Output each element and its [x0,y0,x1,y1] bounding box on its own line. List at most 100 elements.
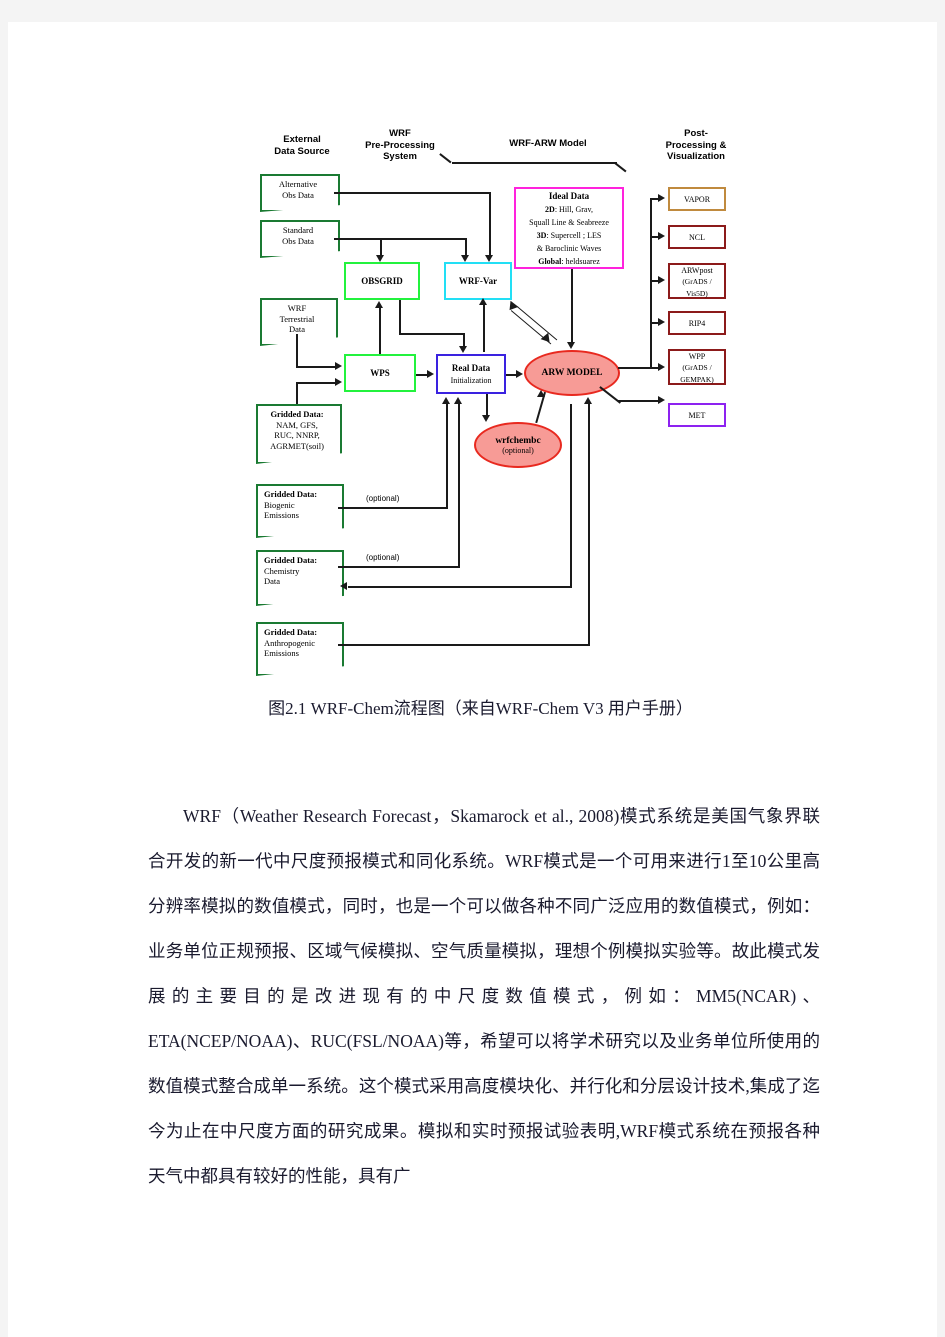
conn-chemistry-arrow [454,397,462,404]
conn-out-wpp-arrow [658,363,665,371]
source-gridded-data-meteorology: Gridded Data: NAM, GFS, RUC, NNRP, AGRMET(s… [256,404,342,464]
ideal-data-line-3: 3D: Supercell ; LES [536,231,602,240]
output-vapor: VAPOR [668,187,726,211]
conn-obsgrid-real-arrow [459,346,467,353]
output-rip4-label: RIP4 [688,318,706,328]
ideal-data-line-5: Global: heldsuarez [538,257,600,266]
ideal-data-line-4: & Baroclinic Waves [536,244,602,253]
output-wpp-sub: (GrADS / GEMPAK) [680,363,714,384]
conn-ideal-arw-arrow [567,342,575,349]
arw-bracket-line [452,162,617,164]
conn-stdobs-arrow1 [376,255,384,262]
ideal-data-line-1: 2D: Hill, Grav, [545,205,593,214]
conn-grid-met-arrow [335,378,342,386]
process-obsgrid: OBSGRID [344,262,420,300]
conn-grid-met-h [296,382,336,384]
process-real-data-sub: Initialization [450,375,492,385]
conn-out-ncl-arrow [658,232,665,240]
source-wrf-terrestrial-data-label: WRF Terrestrial Data [279,303,315,334]
output-arwpost: ARWpost (GrADS / Vis5D) [668,263,726,299]
header-wrf-arw-model: WRF-ARW Model [509,138,587,149]
output-arwpost-sub: (GrADS / Vis5D) [682,277,712,298]
optional-label-chemistry: (optional) [366,553,400,562]
output-met: MET [668,403,726,427]
output-ncl-label: NCL [689,232,705,242]
conn-real-wrfvar-arrow [479,298,487,305]
conn-stdobs-v2 [465,238,467,256]
header-post-processing-visualization: Post- Processing & Visualization [665,128,727,162]
conn-chemistry-v [458,404,460,567]
conn-obsgrid-real-h [399,333,465,335]
output-rip4: RIP4 [668,311,726,335]
conn-arw-chem-v [570,404,572,587]
conn-real-wrfchembc-v [486,394,488,416]
conn-obsgrid-real-v1 [399,300,401,334]
conn-biogenic-h [338,507,448,509]
source-gridded-data-biogenic-label: Gridded Data: Biogenic Emissions [264,489,318,520]
source-gridded-data-chemistry-label: Gridded Data: Chemistry Data [264,555,318,586]
conn-real-arw-arrow [516,370,523,378]
conn-anthro-v [588,404,590,646]
conn-ideal-arw-v [571,269,573,343]
source-gridded-data-anthropogenic-label: Gridded Data: Anthropogenic Emissions [264,627,318,658]
wrf-chem-flowchart: External Data Source WRF Pre-Processing Sys… [8,22,937,712]
conn-terr-v [296,334,298,367]
conn-grid-met-v [296,382,298,404]
conn-arw-bus-h [618,367,652,369]
process-wps-label: WPS [370,368,390,379]
conn-wps-obsgrid-arrow [375,301,383,308]
page-sheet: External Data Source WRF Pre-Processing Sys… [8,22,937,1337]
process-real-data-title: Real Data [451,363,491,373]
conn-biogenic-v [446,404,448,508]
header-wrf-preprocessing-system: WRF Pre-Processing System [365,128,435,162]
conn-arw-met-arrow [658,396,665,404]
process-wrf-var: WRF-Var [444,262,512,300]
conn-terr-h [296,366,336,368]
arw-bracket-right-tick [614,162,627,173]
conn-stdobs-v1 [380,238,382,256]
conn-arw-met-h [618,400,660,402]
optional-label-biogenic: (optional) [366,494,400,503]
conn-anthro-arrow [584,397,592,404]
process-obsgrid-label: OBSGRID [361,276,403,287]
conn-wps-obsgrid-v [379,308,381,354]
process-wps: WPS [344,354,416,392]
ideal-data-box: Ideal Data 2D: Hill, Grav, Squall Line &… [514,187,624,269]
conn-wrfchembc-arw-arrow [537,390,545,397]
model-wrfchembc-label: wrfchembc [495,435,541,446]
conn-wps-real-arrow [427,370,434,378]
output-wpp-label: WPP [688,351,706,361]
process-real-data-initialization: Real Data Initialization [436,354,506,394]
conn-stdobs-arrow2 [461,255,469,262]
conn-terr-arrow [335,362,342,370]
conn-stdobs-h [334,238,466,240]
source-gridded-data-anthropogenic: Gridded Data: Anthropogenic Emissions [256,622,344,676]
output-arwpost-label: ARWpost [681,265,713,275]
conn-obsgrid-real-v2 [463,333,465,347]
output-vapor-label: VAPOR [683,194,711,204]
source-alternative-obs-data-label: Alternative Obs Data [278,179,318,200]
document-page: External Data Source WRF Pre-Processing Sys… [0,0,945,1337]
conn-arw-chem-h [348,586,572,588]
source-alternative-obs-data: Alternative Obs Data [260,174,340,212]
figure-caption: 图2.1 WRF-Chem流程图（来自WRF-Chem V3 用户手册） [268,699,693,718]
source-standard-obs-data-label: Standard Obs Data [282,225,314,246]
ideal-data-title: Ideal Data [548,191,590,201]
process-wrf-var-label: WRF-Var [458,276,498,287]
ideal-data-line-2: Squall Line & Seabreeze [529,218,609,227]
conn-altobs-arrow [485,255,493,262]
conn-arw-chem-arrow [340,582,347,590]
conn-out-rip4-arrow [658,318,665,326]
output-met-label: MET [688,410,706,420]
model-wrfchembc: wrfchembc (optional) [474,422,562,468]
conn-altobs-h [334,192,490,194]
output-ncl: NCL [668,225,726,249]
conn-anthro-h [338,644,590,646]
conn-altobs-v [489,192,491,256]
source-gridded-data-meteorology-label: Gridded Data: NAM, GFS, RUC, NNRP, AGRMET(s… [270,409,324,451]
model-arw-model-label: ARW MODEL [541,368,603,378]
source-standard-obs-data: Standard Obs Data [260,220,340,258]
model-wrfchembc-optional: (optional) [502,445,534,455]
header-external-data-source: External Data Source [274,134,330,157]
source-gridded-data-biogenic: Gridded Data: Biogenic Emissions [256,484,344,538]
